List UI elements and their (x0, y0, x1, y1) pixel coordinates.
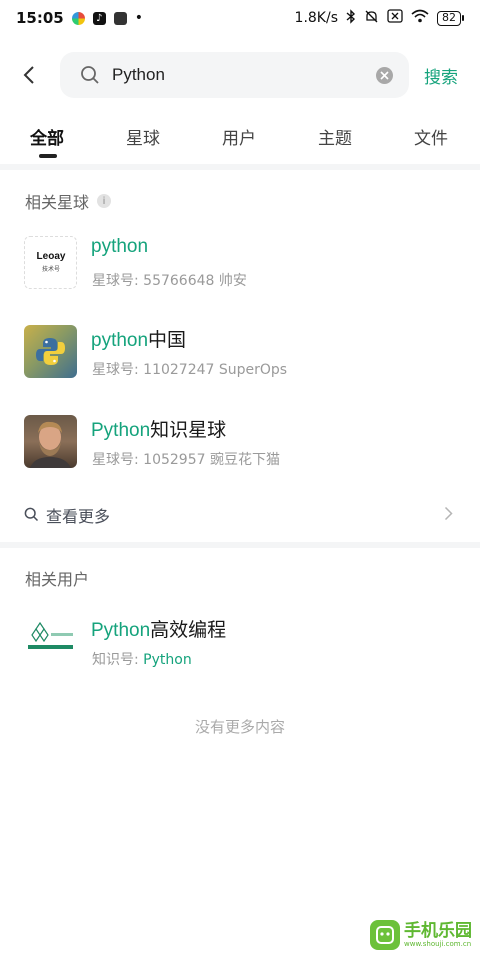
status-right: 1.8K/s 82 (294, 8, 464, 28)
person-avatar (24, 415, 77, 468)
tab-files[interactable]: 文件 (414, 124, 448, 149)
tab-topics[interactable]: 主题 (318, 124, 352, 149)
wifi-icon (411, 9, 429, 27)
user-item[interactable]: Python高效编程 知识号: Python (0, 615, 480, 687)
users-section-title: 相关用户 (25, 566, 89, 590)
planet-title-highlight: python (91, 236, 149, 257)
watermark-text: 手机乐园 www.shouji.com.cn (404, 922, 472, 949)
user-subtitle-prefix: 知识号: (92, 652, 144, 668)
search-icon (24, 507, 39, 526)
section-divider (0, 164, 480, 170)
planet-title-rest: 中国 (148, 330, 187, 351)
planets-section-label: 相关星球 (25, 193, 90, 212)
no-sim-icon (387, 9, 403, 27)
planet-title-highlight: python (91, 330, 149, 351)
watermark: 手机乐园 www.shouji.com.cn (370, 918, 474, 952)
search-header: 搜索 (0, 52, 480, 98)
planet-title-highlight: Python (91, 420, 151, 441)
planet-item[interactable]: python中国 星球号: 11027247 SuperOps (0, 325, 480, 397)
tab-all[interactable]: 全部 (30, 124, 64, 149)
user-subtitle-highlight: Python (143, 652, 192, 668)
leoay-logo: Leoay 技术号 (24, 236, 77, 289)
clear-search-button[interactable] (376, 67, 393, 84)
battery-level: 82 (437, 10, 461, 26)
media-app-icon (113, 11, 127, 25)
search-icon (80, 65, 100, 89)
chevron-right-icon (444, 506, 453, 525)
view-more-row[interactable]: 查看更多 (0, 500, 480, 530)
info-icon[interactable]: i (97, 194, 112, 208)
status-bar: 15:05 ♪ • 1.8K/s 82 (0, 0, 480, 36)
battery-icon: 82 (437, 10, 464, 26)
tab-indicator (39, 154, 57, 158)
python-logo (24, 325, 77, 378)
search-button[interactable]: 搜索 (424, 63, 458, 88)
python-gongzhonghao-logo (24, 615, 77, 668)
planet-title-rest: 知识星球 (150, 420, 227, 441)
watermark-name: 手机乐园 (404, 920, 472, 941)
no-more-content: 没有更多内容 (194, 718, 285, 736)
planet-title: Python知识星球 (91, 415, 226, 442)
watermark-url: www.shouji.com.cn (404, 939, 472, 948)
search-input[interactable] (112, 52, 362, 98)
close-icon (380, 71, 389, 80)
planet-subtitle: 星球号: 55766648 帅安 (92, 273, 247, 289)
watermark-logo-icon (370, 920, 400, 950)
planet-item[interactable]: Python知识星球 星球号: 1052957 豌豆花下猫 (0, 415, 480, 487)
mute-bell-icon (364, 9, 379, 28)
planet-subtitle: 星球号: 11027247 SuperOps (92, 362, 288, 378)
bluetooth-icon (346, 8, 356, 28)
view-more-label: 查看更多 (46, 507, 111, 526)
tiktok-icon: ♪ (92, 11, 106, 25)
pinwheel-app-icon (71, 11, 85, 25)
filter-tabs: 全部 星球 用户 主题 文件 (0, 118, 480, 162)
svg-text:Leoay: Leoay (37, 251, 66, 262)
user-title-rest: 高效编程 (150, 620, 227, 641)
status-left: 15:05 ♪ • (16, 9, 143, 27)
user-subtitle: 知识号: Python (92, 649, 192, 669)
network-speed: 1.8K/s (294, 10, 338, 26)
planets-section-title: 相关星球 i (25, 189, 112, 213)
notification-dot-icon: • (134, 10, 144, 26)
back-button[interactable] (14, 58, 44, 92)
svg-text:技术号: 技术号 (42, 265, 60, 273)
users-section-label: 相关用户 (25, 570, 90, 589)
planet-title: python中国 (91, 325, 186, 352)
tab-users[interactable]: 用户 (222, 124, 256, 149)
search-box[interactable] (60, 52, 409, 98)
planet-title: python (91, 236, 148, 258)
status-time: 15:05 (16, 9, 64, 27)
section-divider (0, 542, 480, 548)
planet-item[interactable]: Leoay 技术号 python 星球号: 55766648 帅安 (0, 236, 480, 308)
chevron-left-icon (23, 66, 34, 84)
tab-planets[interactable]: 星球 (126, 124, 160, 149)
user-title-highlight: Python (91, 620, 151, 641)
battery-tip (462, 15, 464, 21)
planet-subtitle: 星球号: 1052957 豌豆花下猫 (92, 452, 280, 468)
user-title: Python高效编程 (91, 615, 226, 642)
